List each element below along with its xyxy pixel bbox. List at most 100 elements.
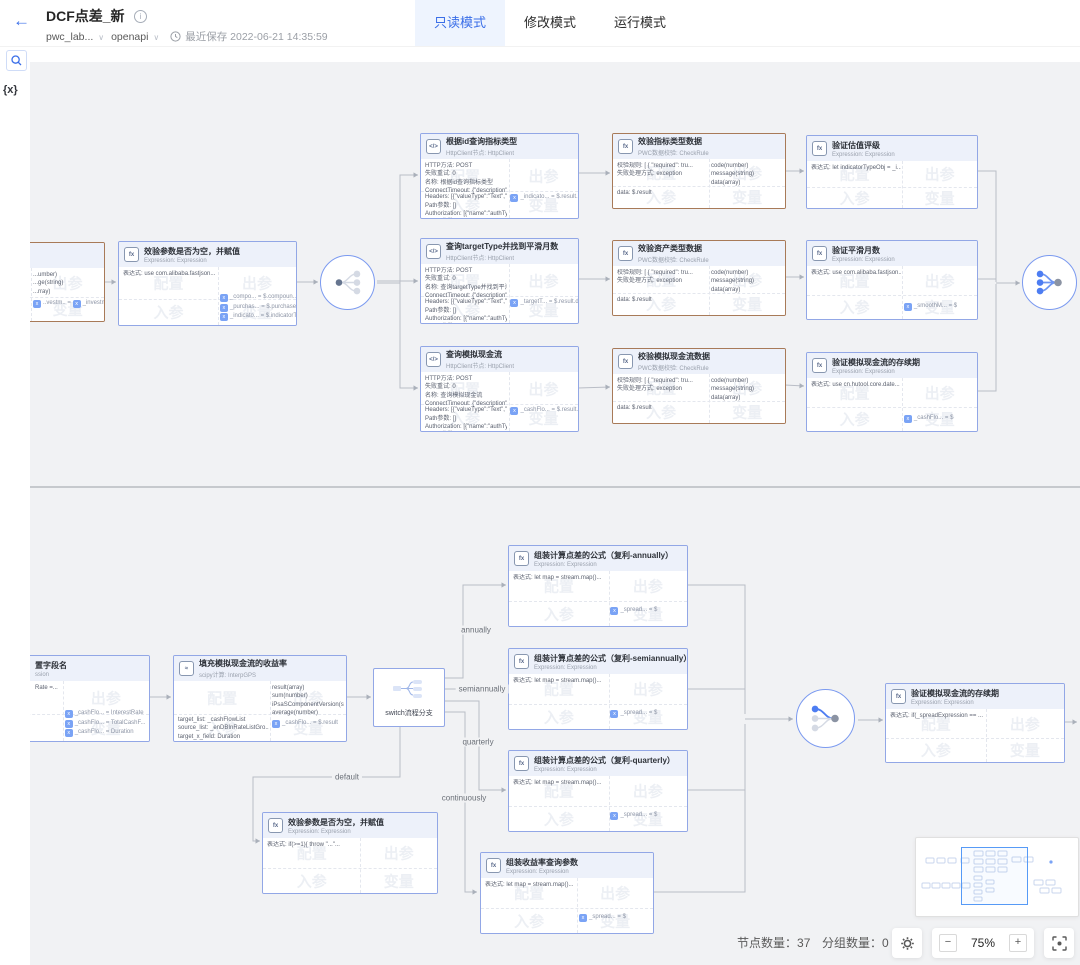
flow-node-http-query-target-type-smooth-months[interactable]: </>查询targetType并找到平滑月数HttpClient节点: Http… (420, 238, 579, 324)
watermark-tr: 出参 (633, 781, 663, 802)
config-line: average(number) (272, 709, 344, 717)
clock-icon (170, 31, 181, 42)
flow-node-fill-cashflow-yield[interactable]: ≈填充模拟现金流的收益率scipy计算: InterpGPS配置出参入参变量ta… (173, 655, 347, 742)
flow-canvas[interactable]: fx配置出参入参变量...umber)...ge(string)...rray)… (30, 62, 1080, 965)
edge-arrow (1016, 280, 1021, 285)
api-select[interactable]: openapi ∨ (111, 31, 159, 43)
variables-panel-toggle[interactable]: {x} (3, 84, 18, 96)
flow-node-switch-branch[interactable]: switch流程分支 (373, 668, 445, 727)
config-line: 表达式: if(_spreadExpression == ... (890, 712, 984, 720)
flow-node-check-node-clipped[interactable]: fx配置出参入参变量...umber)...ge(string)...rray)… (30, 242, 105, 322)
info-icon[interactable]: i (134, 10, 147, 23)
flow-node-check-params-empty-assign-2[interactable]: fx效验参数是否为空，并赋值Expression: Expression配置出参… (262, 812, 438, 894)
minimap-viewport[interactable] (961, 847, 1028, 905)
edge-arrow (879, 717, 884, 722)
config-line: 名称: 查询模拟现金流 (425, 392, 507, 400)
node-titles: 组装计算点差的公式（复利-annually）Expression: Expres… (534, 550, 673, 568)
search-button[interactable] (6, 50, 27, 71)
flow-node-validate-cashflow-duration-2[interactable]: fx验证模拟现金流的存续期Expression: Expression配置出参入… (885, 683, 1065, 763)
node-config-bl: Headers: [{"valueType":"Text","n...Path参… (425, 298, 507, 324)
watermark-bl: 入参 (544, 603, 574, 624)
flow-node-check-indicator-type-data[interactable]: fx效验指标类型数据PWC数据校验: CheckRule配置出参入参变量校验规则… (612, 133, 786, 209)
fit-view-button[interactable] (1044, 928, 1074, 958)
node-title: 置字段名 (35, 660, 67, 671)
node-config-tl: 校验规则: [ { "required": tru...失败处理方式: exce… (617, 377, 708, 394)
config-line: 名称: 查询targetType并找到平滑... (425, 284, 507, 292)
connector-fan-in-connector[interactable] (1022, 255, 1077, 310)
watermark-tr: 出参 (633, 679, 663, 700)
config-line: Headers: [{"valueType":"Text","n... (425, 193, 507, 201)
node-title: 组装计算点差的公式（复利-annually） (534, 550, 673, 561)
node-config-tl: 表达式: let indicatorTypeObj = _i... (811, 164, 901, 172)
minimap[interactable] (915, 837, 1079, 917)
tab-read-only-mode[interactable]: 只读模式 (415, 0, 505, 46)
node-titles: 效验资产类型数据PWC数据校验: CheckRule (638, 243, 709, 264)
flow-node-assemble-spread-formula-semiannually[interactable]: fx组装计算点差的公式（复利-semiannually）Expression: … (508, 648, 688, 730)
watermark-tr: 出参 (1010, 713, 1040, 734)
quadrant-divider-h (263, 868, 437, 869)
flow-node-validate-smooth-months[interactable]: fx验证平滑月数Expression: Expression配置出参入参变量表达… (806, 240, 978, 320)
config-line: Path参数: [] (425, 202, 507, 210)
watermark-br: 变量 (732, 294, 762, 315)
node-body: 配置出参入参变量表达式: let map = stream.map()...x_… (509, 674, 687, 729)
workspace-select[interactable]: pwc_lab... ∨ (46, 31, 104, 43)
node-config-tl: 表达式: if(>=1){ throw "..."... (267, 841, 359, 849)
settings-button[interactable] (892, 928, 922, 958)
node-titles: 组装收益率查询参数Expression: Expression (506, 857, 578, 875)
node-subtitle: HttpClient节点: HttpClient (446, 148, 517, 157)
config-line: Authorization: [{"name":"authTyp... (425, 315, 507, 323)
flow-node-http-query-simulated-cashflow[interactable]: </>查询模拟现金流HttpClient节点: HttpClient配置出参入参… (420, 346, 579, 432)
connector-fan-out-connector[interactable] (320, 255, 375, 310)
watermark-tr: 出参 (925, 382, 955, 403)
zoom-out-button[interactable]: − (939, 934, 957, 952)
field-name: _cashFlo... (75, 710, 104, 716)
flow-node-check-asset-type-data[interactable]: fx效验资产类型数据PWC数据校验: CheckRule配置出参入参变量校验规则… (612, 240, 786, 316)
connector-fan-in-connector-2[interactable] (796, 689, 855, 748)
flow-node-http-query-indicator-type[interactable]: </>根据id查询指标类型HttpClient节点: HttpClient配置出… (420, 133, 579, 219)
edge-arrow (606, 276, 611, 281)
config-line: 校验规则: [ { "required": tru... (617, 377, 708, 385)
edge-arrow (789, 716, 794, 721)
node-config-tl: HTTP方法: POST失败重试: 0名称: 查询模拟现金流ConnectTim… (425, 375, 507, 409)
node-header: fx组装计算点差的公式（复利-quarterly）Expression: Exp… (509, 751, 687, 776)
flow-node-assemble-spread-formula-annually[interactable]: fx组装计算点差的公式（复利-annually）Expression: Expr… (508, 545, 688, 627)
node-subtitle: HttpClient节点: HttpClient (446, 361, 514, 370)
node-config-tl: 校验规则: [ { "required": tru...失败处理方式: exce… (617, 162, 708, 179)
flow-node-validate-valuation-rating[interactable]: fx验证估值评级Expression: Expression配置出参入参变量表达… (806, 135, 978, 209)
node-title: 验证模拟现金流的存续期 (832, 357, 920, 368)
zoom-in-button[interactable]: + (1009, 934, 1027, 952)
tab-edit-mode[interactable]: 修改模式 (505, 0, 595, 46)
quadrant-divider-v (509, 159, 510, 218)
variable-chip-icon: x (220, 313, 228, 321)
field-name: _smoothM... (914, 303, 947, 309)
field-row: x_spread... = $ (610, 606, 657, 616)
node-header: fx置字段名ssion (30, 656, 149, 681)
node-fields: x_spread... = $ (579, 913, 626, 923)
flow-node-check-params-empty-assign[interactable]: fx效验参数是否为空，并赋值Expression: Expression配置出参… (118, 241, 297, 326)
node-header: fx组装计算点差的公式（复利-annually）Expression: Expr… (509, 546, 687, 571)
field-name: ..vestm.. (43, 300, 66, 306)
flow-node-assemble-yield-query-params[interactable]: fx组装收益率查询参数Expression: Expression配置出参入参变… (480, 852, 654, 934)
node-subtitle: Expression: Expression (832, 257, 895, 263)
flow-node-check-simulated-cashflow-data[interactable]: fx校验模拟现金流数据PWC数据校验: CheckRule配置出参入参变量校验规… (612, 348, 786, 424)
node-header: fx组装收益率查询参数Expression: Expression (481, 853, 653, 878)
flow-node-validate-cashflow-duration[interactable]: fx验证模拟现金流的存续期Expression: Expression配置出参入… (806, 352, 978, 432)
quadrant-divider-v (360, 838, 361, 893)
watermark-tr: 出参 (925, 270, 955, 291)
node-config-tl: Rate =... (30, 684, 61, 692)
back-button[interactable]: ← (13, 11, 30, 31)
config-line: 表达式: use cn.hutool.core.date... (811, 381, 901, 389)
flow-node-assemble-spread-formula-quarterly[interactable]: fx组装计算点差的公式（复利-quarterly）Expression: Exp… (508, 750, 688, 832)
node-fields: x_cashFlo... = InterestRatex_cashFlo... … (65, 709, 146, 738)
watermark-br: 变量 (384, 870, 414, 891)
flow-node-set-field-name-clipped[interactable]: fx置字段名ssion配置出参入参变量Rate =...x_cashFlo...… (30, 655, 150, 742)
tab-run-mode[interactable]: 运行模式 (595, 0, 685, 46)
check-node-icon: fx (618, 246, 633, 261)
quadrant-divider-v (63, 681, 64, 741)
expression-node-icon: fx (268, 818, 283, 833)
config-line: target_list: _cashFlowList (178, 716, 269, 724)
fit-view-icon (1052, 936, 1067, 951)
variable-chip-icon: x (65, 720, 73, 728)
config-line: Authorization: [{"name":"authTyp... (425, 423, 507, 431)
edge-arrow (799, 383, 804, 388)
